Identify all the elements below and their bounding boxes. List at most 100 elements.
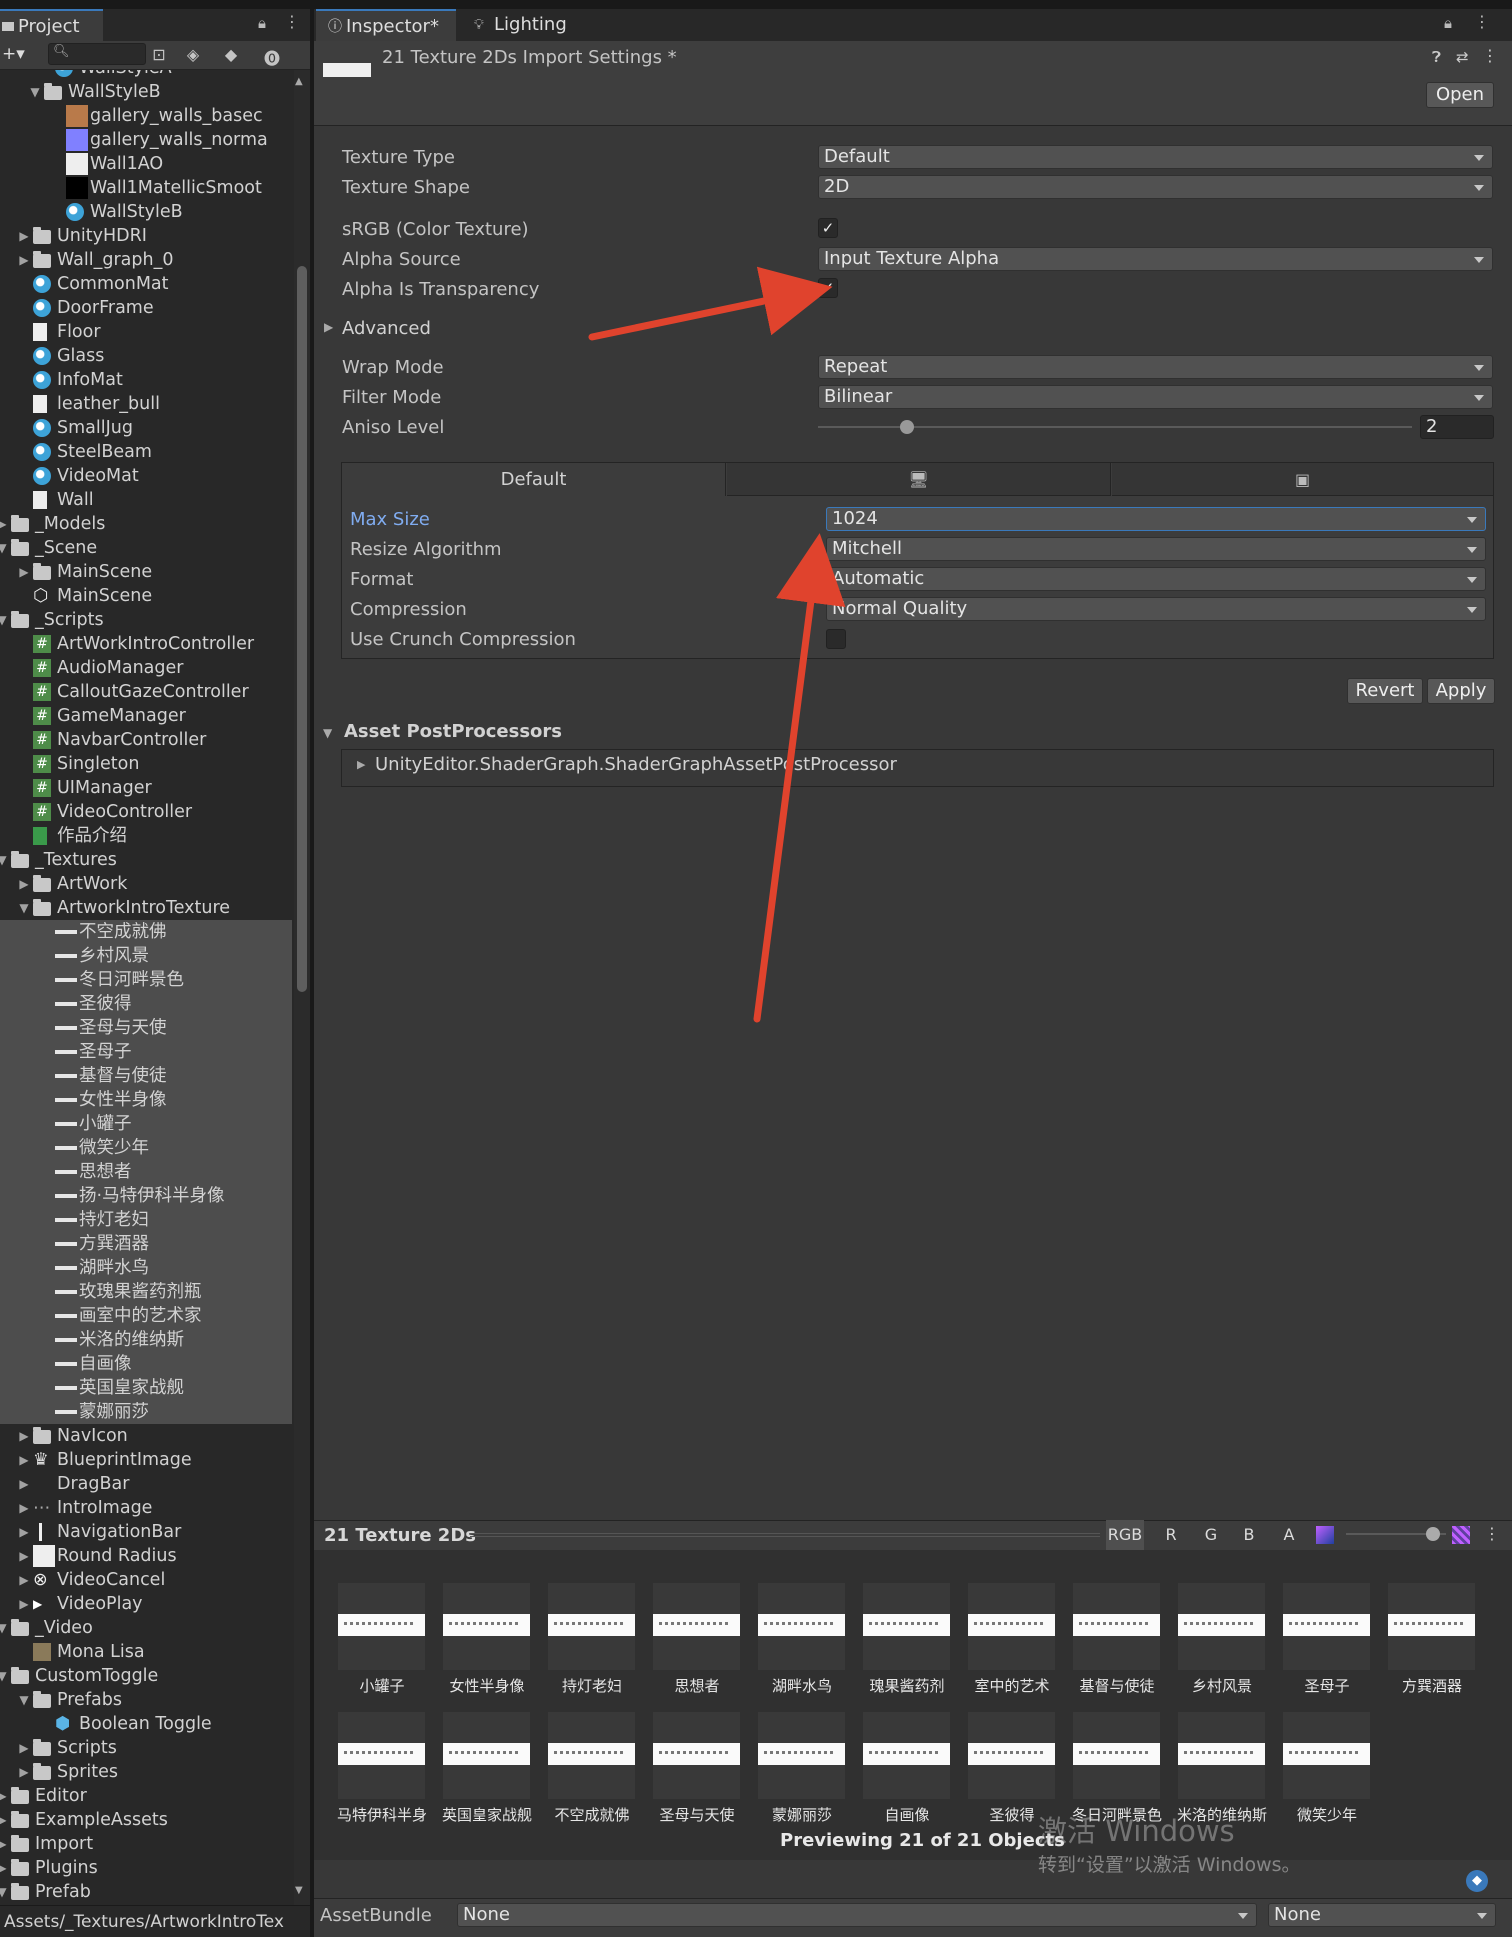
- tree-item[interactable]: 湖畔水鸟: [0, 1256, 292, 1280]
- preview-tile[interactable]: [1178, 1712, 1265, 1799]
- tree-item[interactable]: ▶ Scripts: [0, 1736, 292, 1760]
- project-scroll-thumb[interactable]: [297, 266, 307, 992]
- collapsed-arrow-icon[interactable]: ▶: [17, 560, 31, 584]
- collapsed-arrow-icon[interactable]: ▶: [0, 1832, 9, 1856]
- tree-item[interactable]: leather_bull: [0, 392, 292, 416]
- tree-item[interactable]: ▶ ▶ VideoPlay: [0, 1592, 292, 1616]
- mip-slider-thumb[interactable]: [1426, 1527, 1440, 1541]
- alert-icon[interactable]: ⓿: [261, 45, 283, 68]
- search-by-type-icon[interactable]: ⊡: [148, 45, 170, 65]
- tree-item[interactable]: ▼ WallStyleB: [0, 80, 292, 104]
- create-plus-icon[interactable]: +▾: [2, 44, 25, 64]
- tree-item[interactable]: 蒙娜丽莎: [0, 1400, 292, 1424]
- tree-item[interactable]: Floor: [0, 320, 292, 344]
- tree-item[interactable]: ▼ Prefab: [0, 1880, 292, 1904]
- expanded-arrow-icon[interactable]: ▼: [0, 1880, 9, 1904]
- tree-item[interactable]: ▶ ⊗ VideoCancel: [0, 1568, 292, 1592]
- tree-item[interactable]: 持灯老妇: [0, 1208, 292, 1232]
- scroll-up-icon[interactable]: ▲: [295, 76, 303, 87]
- preview-tile[interactable]: [1283, 1583, 1370, 1670]
- tree-item[interactable]: 乡村风景: [0, 944, 292, 968]
- tree-item[interactable]: 作品介绍: [0, 824, 292, 848]
- tree-item[interactable]: ▶ ArtWork: [0, 872, 292, 896]
- search-input[interactable]: 🔍︎: [48, 43, 146, 65]
- channel-a-button[interactable]: A: [1270, 1520, 1308, 1550]
- expanded-arrow-icon[interactable]: ▼: [17, 1688, 31, 1712]
- tree-item[interactable]: # VideoController: [0, 800, 292, 824]
- tree-item[interactable]: 自画像: [0, 1352, 292, 1376]
- collapsed-arrow-icon[interactable]: ▶: [17, 1520, 31, 1544]
- preview-tile[interactable]: [338, 1583, 425, 1670]
- preview-tile[interactable]: [1388, 1583, 1475, 1670]
- tree-item[interactable]: 英国皇家战舰: [0, 1376, 292, 1400]
- tree-item[interactable]: ▶ _Models: [0, 512, 292, 536]
- channel-r-button[interactable]: R: [1152, 1520, 1190, 1550]
- tree-item[interactable]: # CalloutGazeController: [0, 680, 292, 704]
- tree-item[interactable]: ▶ NavIcon: [0, 1424, 292, 1448]
- expanded-arrow-icon[interactable]: ▼: [0, 608, 9, 632]
- tree-item[interactable]: gallery_walls_norma: [0, 128, 292, 152]
- collapsed-arrow-icon[interactable]: ▶: [0, 512, 9, 536]
- tree-item[interactable]: 玫瑰果酱药剂瓶: [0, 1280, 292, 1304]
- preview-tile[interactable]: [1178, 1583, 1265, 1670]
- scroll-down-icon[interactable]: ▼: [295, 1885, 303, 1896]
- tree-item[interactable]: # UIManager: [0, 776, 292, 800]
- expanded-arrow-icon[interactable]: ▼: [0, 1664, 9, 1688]
- preview-tile[interactable]: [443, 1583, 530, 1670]
- tree-item[interactable]: # ArtWorkIntroController: [0, 632, 292, 656]
- tree-item[interactable]: Glass: [0, 344, 292, 368]
- collapsed-arrow-icon[interactable]: ▶: [17, 224, 31, 248]
- tree-item[interactable]: SmallJug: [0, 416, 292, 440]
- expanded-arrow-icon[interactable]: ▼: [0, 1616, 9, 1640]
- tree-item[interactable]: # NavbarController: [0, 728, 292, 752]
- tree-item[interactable]: Mona Lisa: [0, 1640, 292, 1664]
- channel-b-button[interactable]: B: [1230, 1520, 1268, 1550]
- filter-type-icon[interactable]: ◈: [182, 45, 204, 65]
- asset-label-icon[interactable]: ◆: [1466, 1870, 1488, 1892]
- tree-item[interactable]: Wall1AO: [0, 152, 292, 176]
- preview-tile[interactable]: [548, 1583, 635, 1670]
- tree-item[interactable]: WallStyleA: [0, 70, 292, 80]
- tree-item[interactable]: ▼ _Scene: [0, 536, 292, 560]
- preview-drag-handle[interactable]: [470, 1531, 1100, 1537]
- collapsed-arrow-icon[interactable]: ▶: [17, 248, 31, 272]
- tree-item[interactable]: ▼ CustomToggle: [0, 1664, 292, 1688]
- collapsed-arrow-icon[interactable]: ▶: [17, 1424, 31, 1448]
- tree-item[interactable]: VideoMat: [0, 464, 292, 488]
- tree-item[interactable]: Wall1MatellicSmoot: [0, 176, 292, 200]
- tree-item[interactable]: ⬢ Boolean Toggle: [0, 1712, 292, 1736]
- assetbundle-variant-dropdown[interactable]: None: [1268, 1903, 1496, 1927]
- tree-item[interactable]: CommonMat: [0, 272, 292, 296]
- channel-rgb-button[interactable]: RGB: [1106, 1520, 1144, 1550]
- tree-item[interactable]: ▶ ♛ BlueprintImage: [0, 1448, 292, 1472]
- collapsed-arrow-icon[interactable]: ▶: [17, 1736, 31, 1760]
- label-tag-icon[interactable]: ◆: [220, 45, 242, 65]
- tree-item[interactable]: ▶ Round Radius: [0, 1544, 292, 1568]
- tab-project[interactable]: Project: [0, 9, 103, 42]
- preview-tile[interactable]: [968, 1712, 1055, 1799]
- collapsed-arrow-icon[interactable]: ▶: [17, 1496, 31, 1520]
- expanded-arrow-icon[interactable]: ▼: [0, 536, 9, 560]
- preview-tile[interactable]: [863, 1712, 950, 1799]
- tree-item[interactable]: Wall: [0, 488, 292, 512]
- tree-item[interactable]: InfoMat: [0, 368, 292, 392]
- preview-tile[interactable]: [1073, 1583, 1160, 1670]
- preview-tile[interactable]: [443, 1712, 530, 1799]
- tree-item[interactable]: 冬日河畔景色: [0, 968, 292, 992]
- checker-icon[interactable]: [1452, 1526, 1470, 1544]
- tree-item[interactable]: 女性半身像: [0, 1088, 292, 1112]
- tree-item[interactable]: ▼ _Textures: [0, 848, 292, 872]
- tree-item[interactable]: 画室中的艺术家: [0, 1304, 292, 1328]
- mip-icon[interactable]: [1316, 1526, 1334, 1544]
- tree-item[interactable]: WallStyleB: [0, 200, 292, 224]
- expanded-arrow-icon[interactable]: ▼: [28, 80, 42, 104]
- tree-item[interactable]: 微笑少年: [0, 1136, 292, 1160]
- collapsed-arrow-icon[interactable]: ▶: [17, 1592, 31, 1616]
- tree-item[interactable]: ▶ ExampleAssets: [0, 1808, 292, 1832]
- tree-item[interactable]: ▶ UnityHDRI: [0, 224, 292, 248]
- tree-item[interactable]: ▼ _Scripts: [0, 608, 292, 632]
- tree-item[interactable]: ▶ Sprites: [0, 1760, 292, 1784]
- tree-item[interactable]: 圣母子: [0, 1040, 292, 1064]
- collapsed-arrow-icon[interactable]: ▶: [17, 1448, 31, 1472]
- tree-item[interactable]: # AudioManager: [0, 656, 292, 680]
